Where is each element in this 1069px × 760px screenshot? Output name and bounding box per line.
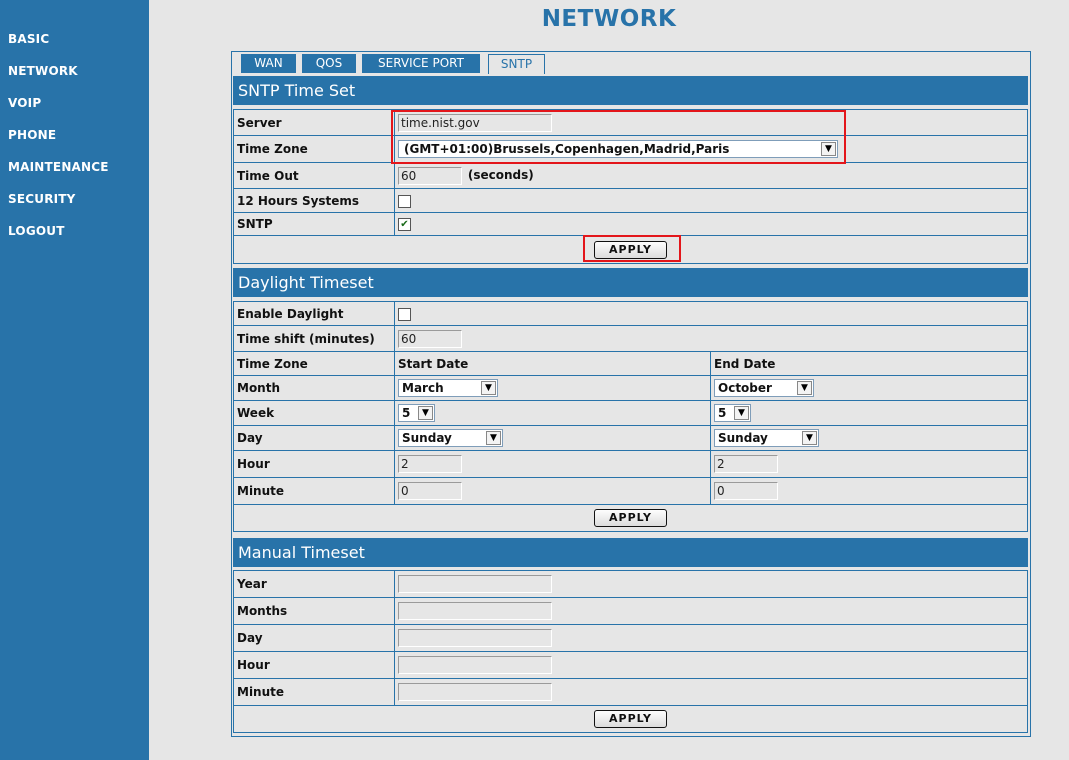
timeout-label: Time Out xyxy=(233,162,395,189)
start-day-value: Sunday xyxy=(402,431,452,445)
nav-voip[interactable]: VOIP xyxy=(8,96,41,110)
nav-network[interactable]: NETWORK xyxy=(8,64,78,78)
timezone-label: Time Zone xyxy=(233,135,395,163)
chevron-down-icon: ▼ xyxy=(481,381,496,395)
tab-wan[interactable]: WAN xyxy=(241,54,296,73)
months-label: Months xyxy=(233,597,395,625)
months-input[interactable] xyxy=(398,602,552,620)
manual-minute-input[interactable] xyxy=(398,683,552,701)
year-input[interactable] xyxy=(398,575,552,593)
nav-logout[interactable]: LOGOUT xyxy=(8,224,65,238)
end-month-value: October xyxy=(718,381,772,395)
day-label: Day xyxy=(233,425,395,451)
sntp-section-header: SNTP Time Set xyxy=(233,76,1028,105)
end-month-select[interactable]: October ▼ xyxy=(714,379,814,397)
end-minute-input[interactable]: 0 xyxy=(714,482,778,500)
chevron-down-icon: ▼ xyxy=(418,406,433,420)
daylight-table: Enable Daylight Time shift (minutes) 60 … xyxy=(233,301,1028,532)
enable-daylight-label: Enable Daylight xyxy=(233,301,395,326)
end-week-value: 5 xyxy=(718,406,727,420)
manual-table: Year Months Day Hour Minute APPLY xyxy=(233,570,1028,733)
start-week-value: 5 xyxy=(402,406,411,420)
manual-day-input[interactable] xyxy=(398,629,552,647)
start-day-select[interactable]: Sunday ▼ xyxy=(398,429,503,447)
end-day-value: Sunday xyxy=(718,431,768,445)
chevron-down-icon: ▼ xyxy=(734,406,749,420)
end-hour-input[interactable]: 2 xyxy=(714,455,778,473)
chevron-down-icon: ▼ xyxy=(797,381,812,395)
daylight-timezone-label: Time Zone xyxy=(233,351,395,376)
timezone-select[interactable]: (GMT+01:00)Brussels,Copenhagen,Madrid,Pa… xyxy=(398,140,838,158)
sntp-label: SNTP xyxy=(233,212,395,236)
start-minute-input[interactable]: 0 xyxy=(398,482,462,500)
sntp-checkbox[interactable]: ✔ xyxy=(398,218,411,231)
tab-service-port[interactable]: SERVICE PORT xyxy=(362,54,480,73)
tab-qos[interactable]: QOS xyxy=(302,54,356,73)
tab-sntp[interactable]: SNTP xyxy=(488,54,545,74)
week-label: Week xyxy=(233,400,395,426)
start-month-value: March xyxy=(402,381,444,395)
start-hour-input[interactable]: 2 xyxy=(398,455,462,473)
time-shift-label: Time shift (minutes) xyxy=(233,325,395,352)
checkmark-icon: ✔ xyxy=(400,219,409,230)
end-week-select[interactable]: 5 ▼ xyxy=(714,404,751,422)
sidebar: BASIC NETWORK VOIP PHONE MAINTENANCE SEC… xyxy=(0,0,149,760)
manual-hour-input[interactable] xyxy=(398,656,552,674)
twelve-hours-checkbox[interactable] xyxy=(398,194,411,208)
enable-daylight-checkbox[interactable] xyxy=(398,307,411,321)
page-title: NETWORK xyxy=(541,6,677,32)
chevron-down-icon: ▼ xyxy=(486,431,501,445)
manual-section-header: Manual Timeset xyxy=(233,538,1028,567)
nav-security[interactable]: SECURITY xyxy=(8,192,76,206)
minute-label: Minute xyxy=(233,477,395,505)
manual-apply-button[interactable]: APPLY xyxy=(594,710,667,728)
twelve-hours-label: 12 Hours Systems xyxy=(233,188,395,213)
timeout-input[interactable]: 60 xyxy=(398,166,462,185)
chevron-down-icon: ▼ xyxy=(821,142,836,156)
server-input[interactable]: time.nist.gov xyxy=(398,113,552,132)
start-week-select[interactable]: 5 ▼ xyxy=(398,404,435,422)
time-shift-input[interactable]: 60 xyxy=(398,329,462,348)
nav-maintenance[interactable]: MAINTENANCE xyxy=(8,160,109,174)
daylight-section-header: Daylight Timeset xyxy=(233,268,1028,297)
server-label: Server xyxy=(233,109,395,136)
manual-minute-label: Minute xyxy=(233,678,395,706)
daylight-apply-button[interactable]: APPLY xyxy=(594,509,667,527)
year-label: Year xyxy=(233,570,395,598)
chevron-down-icon: ▼ xyxy=(802,431,817,445)
end-day-select[interactable]: Sunday ▼ xyxy=(714,429,819,447)
hour-label: Hour xyxy=(233,450,395,478)
start-month-select[interactable]: March ▼ xyxy=(398,379,498,397)
manual-hour-label: Hour xyxy=(233,651,395,679)
month-label: Month xyxy=(233,375,395,401)
nav-phone[interactable]: PHONE xyxy=(8,128,56,142)
timezone-select-value: (GMT+01:00)Brussels,Copenhagen,Madrid,Pa… xyxy=(404,142,730,156)
timeout-unit: (seconds) xyxy=(467,168,534,182)
sntp-apply-button[interactable]: APPLY xyxy=(594,240,667,259)
nav-basic[interactable]: BASIC xyxy=(8,32,49,46)
sntp-table: Server time.nist.gov Time Zone (GMT+01:0… xyxy=(233,109,1028,264)
end-date-header: End Date xyxy=(710,351,1028,376)
manual-day-label: Day xyxy=(233,624,395,652)
start-date-header: Start Date xyxy=(394,351,711,376)
